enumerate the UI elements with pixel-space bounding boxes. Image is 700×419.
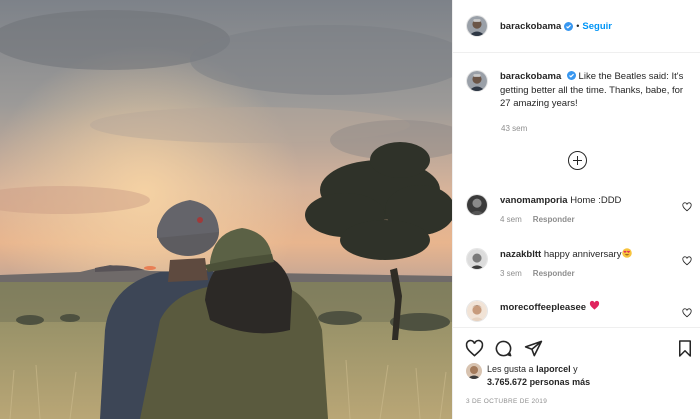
post-date[interactable]: 3 DE OCTUBRE DE 2019 [466, 398, 547, 405]
comment-like-heart-icon[interactable] [682, 256, 692, 266]
heart-eyes-emoji-icon [622, 248, 633, 258]
commenter-avatar[interactable] [466, 248, 488, 270]
verified-badge-icon [564, 21, 574, 31]
liker-username[interactable]: laporcel [536, 364, 571, 374]
likes-summary: Les gusta a laporcel y 3.765.672 persona… [466, 363, 590, 389]
caption-username[interactable]: barackobama [500, 71, 561, 82]
commenter-username[interactable]: nazakbltt [500, 249, 541, 260]
post-photo[interactable] [0, 0, 452, 419]
post-side-panel: barackobama • Seguir barackobama Like th… [452, 0, 700, 419]
author-avatar[interactable] [466, 15, 488, 37]
comment-item: vanomamporia Home :DDD 4 sem Responder [466, 194, 694, 224]
comment-time[interactable]: 4 sem [500, 215, 522, 224]
reply-button[interactable]: Responder [533, 215, 575, 224]
comment-icon[interactable] [494, 339, 513, 358]
comment-item: nazakbltt happy anniversary 3 sem Respond… [466, 248, 694, 278]
author-username[interactable]: barackobama [500, 21, 561, 32]
load-more-comments-icon[interactable] [568, 151, 587, 170]
heart-icon[interactable] [465, 339, 484, 358]
follow-button[interactable]: Seguir [582, 21, 612, 32]
instagram-post: barackobama • Seguir barackobama Like th… [0, 0, 700, 419]
liker-avatar[interactable] [466, 363, 482, 379]
likes-count[interactable]: 3.765.672 [487, 377, 527, 387]
post-caption: barackobama Like the Beatles said: It's … [466, 70, 694, 111]
likes-conjunction: y [573, 364, 578, 374]
comment-text: Home :DDD [570, 195, 622, 206]
comment-like-heart-icon[interactable] [682, 308, 692, 318]
verified-badge-icon [566, 71, 576, 80]
caption-author-avatar[interactable] [466, 70, 488, 92]
comment-text: happy anniversary [543, 249, 622, 260]
reply-button[interactable]: Responder [533, 269, 575, 278]
caption-text-block: barackobama Like the Beatles said: It's … [500, 70, 690, 111]
likes-prefix: Les gusta a [487, 364, 534, 374]
red-heart-emoji-icon [589, 300, 600, 311]
post-actions: Les gusta a laporcel y 3.765.672 persona… [453, 327, 700, 419]
comment-like-heart-icon[interactable] [682, 202, 692, 212]
caption-timestamp[interactable]: 43 sem [501, 124, 527, 133]
commenter-username[interactable]: morecoffeepleasee [500, 302, 586, 313]
commenter-avatar[interactable] [466, 194, 488, 216]
share-icon[interactable] [524, 339, 543, 358]
likes-suffix[interactable]: personas más [530, 377, 591, 387]
commenter-avatar[interactable] [466, 300, 488, 322]
comment-time[interactable]: 3 sem [500, 269, 522, 278]
sunset-savanna-image [0, 0, 452, 419]
post-header: barackobama • Seguir [453, 0, 700, 53]
commenter-username[interactable]: vanomamporia [500, 195, 568, 206]
separator-dot: • [576, 21, 580, 31]
bookmark-icon[interactable] [676, 339, 694, 358]
comment-item: morecoffeepleasee [466, 300, 694, 322]
